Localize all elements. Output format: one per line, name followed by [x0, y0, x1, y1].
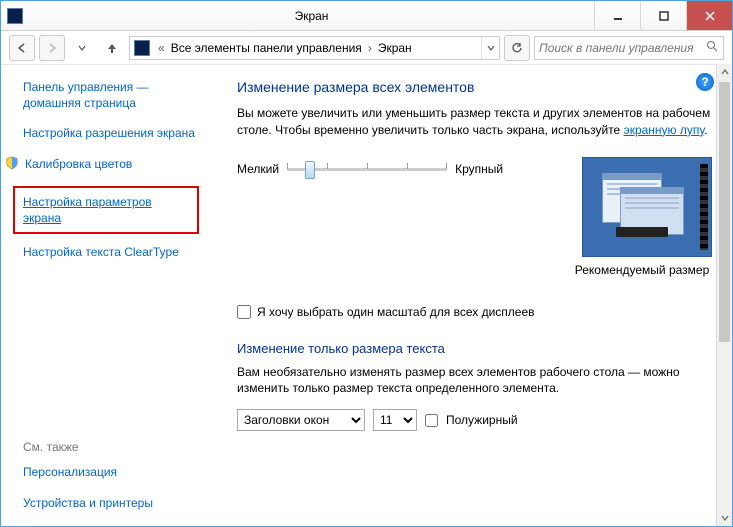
control-panel-icon [134, 40, 150, 56]
chevron-left-icon: « [154, 41, 169, 55]
breadcrumb-current[interactable]: Экран [376, 41, 414, 55]
search-icon[interactable] [706, 40, 719, 56]
size-slider[interactable] [287, 157, 447, 181]
address-dropdown-icon[interactable] [481, 37, 499, 59]
refresh-button[interactable] [504, 35, 530, 61]
bold-label: Полужирный [446, 413, 518, 427]
description-text: Вы можете увеличить или уменьшить размер… [237, 105, 712, 139]
search-box[interactable] [534, 36, 724, 60]
heading-resize-all: Изменение размера всех элементов [237, 79, 712, 95]
sidebar-home-link[interactable]: Панель управления — домашняя страница [23, 79, 203, 111]
slider-thumb[interactable] [305, 161, 315, 179]
scrollbar-thumb[interactable] [719, 82, 730, 342]
slider-max-label: Крупный [455, 162, 503, 176]
magnifier-link[interactable]: экранную лупу [624, 123, 705, 137]
app-icon [7, 8, 23, 24]
sidebar-personalization-link[interactable]: Персонализация [23, 464, 203, 480]
heading-text-only: Изменение только размера текста [237, 341, 712, 356]
single-scale-label: Я хочу выбрать один масштаб для всех дис… [257, 305, 535, 319]
window-title: Экран [29, 9, 594, 23]
close-button[interactable] [686, 1, 732, 30]
search-input[interactable] [539, 41, 706, 55]
sidebar-screen-params-link[interactable]: Настройка параметров экрана [23, 194, 189, 226]
slider-min-label: Мелкий [237, 162, 279, 176]
font-size-select[interactable]: 11 [373, 409, 417, 431]
description-text-only: Вам необязательно изменять размер всех э… [237, 364, 712, 398]
back-button[interactable] [9, 35, 35, 61]
scroll-up-icon[interactable] [717, 64, 732, 80]
sidebar-calibration-link[interactable]: Калибровка цветов [25, 156, 132, 172]
see-also-heading: См. также [23, 440, 203, 454]
single-scale-checkbox[interactable] [237, 305, 251, 319]
sidebar-highlighted-box: Настройка параметров экрана [13, 186, 199, 234]
sidebar-devices-link[interactable]: Устройства и принтеры [23, 495, 203, 511]
scrollbar[interactable] [716, 64, 732, 526]
element-select[interactable]: Заголовки окон [237, 409, 365, 431]
maximize-button[interactable] [640, 1, 686, 30]
breadcrumb-parent[interactable]: Все элементы панели управления [169, 41, 364, 55]
shield-icon [5, 156, 19, 170]
sidebar-cleartype-link[interactable]: Настройка текста ClearType [23, 244, 203, 260]
forward-button[interactable] [39, 35, 65, 61]
sidebar-resolution-link[interactable]: Настройка разрешения экрана [23, 125, 203, 141]
preview-caption: Рекомендуемый размер [572, 263, 712, 277]
chevron-right-icon: › [364, 41, 376, 55]
recent-dropdown[interactable] [69, 35, 95, 61]
desc-part2: . [704, 123, 707, 137]
up-button[interactable] [99, 35, 125, 61]
address-bar[interactable]: « Все элементы панели управления › Экран [129, 36, 500, 60]
preview-image [582, 157, 712, 257]
minimize-button[interactable] [594, 1, 640, 30]
bold-checkbox[interactable] [425, 414, 438, 427]
scroll-down-icon[interactable] [717, 510, 732, 526]
help-icon[interactable]: ? [696, 73, 714, 91]
